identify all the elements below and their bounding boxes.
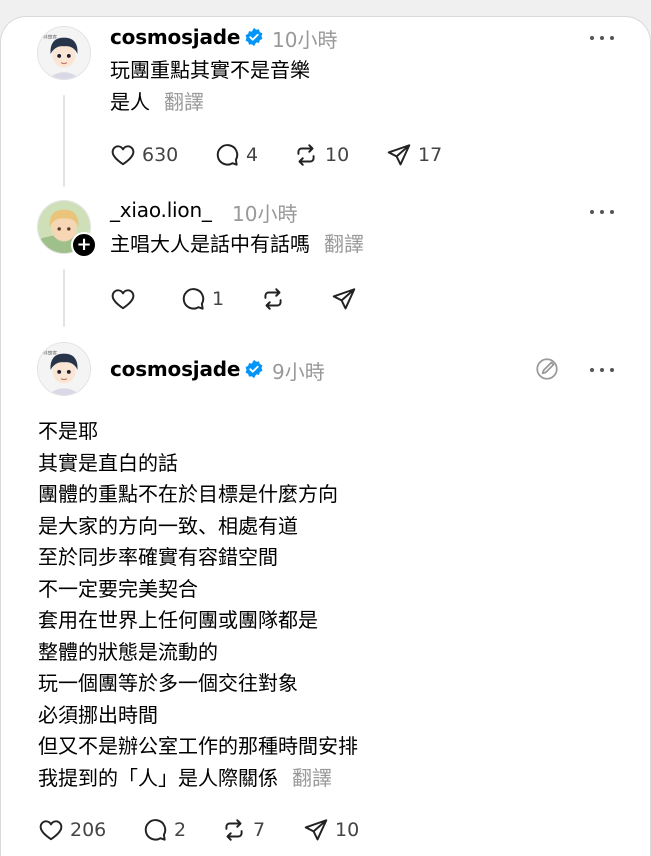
translate-link[interactable]: 翻譯 <box>324 232 364 256</box>
post-text-line: 主唱大人是話中有話嗎 翻譯 <box>110 229 364 261</box>
edit-icon[interactable] <box>534 356 560 382</box>
repost-button[interactable] <box>260 286 286 312</box>
svg-text:林楚客: 林楚客 <box>43 350 58 357</box>
translate-link[interactable]: 翻譯 <box>292 766 332 790</box>
follow-plus-icon[interactable]: + <box>71 232 97 258</box>
thread-connector-line <box>63 269 65 327</box>
post-text-line: 套用在世界上任何團或團隊都是 <box>38 608 318 632</box>
like-count: 206 <box>70 819 107 841</box>
send-icon <box>332 288 356 310</box>
post-text-line: 至於同步率確實有容錯空間 <box>38 545 278 569</box>
post-text-line: 必須挪出時間 <box>38 702 158 727</box>
share-button[interactable]: 17 <box>386 142 442 168</box>
heart-icon <box>111 145 135 166</box>
more-options-icon[interactable] <box>590 208 614 216</box>
share-button[interactable] <box>331 286 357 312</box>
post-text-line: 團體的重點不在於目標是什麼方向 <box>38 482 338 506</box>
share-count: 17 <box>418 144 443 166</box>
repost-count: 7 <box>253 819 266 841</box>
share-button[interactable]: 10 <box>303 817 359 843</box>
repost-icon <box>264 288 282 310</box>
reply-count: 2 <box>174 819 187 841</box>
comment-icon <box>182 288 205 310</box>
thread-card: 林楚客 cosmosjade 10小時 玩團重點其實不是音樂 是人 翻譯 630 … <box>0 16 651 856</box>
avatar[interactable]: 林楚客 <box>37 342 91 396</box>
send-icon <box>387 144 411 166</box>
reply-count: 1 <box>212 288 225 310</box>
post-text-line-content: 是人 <box>110 90 150 114</box>
avatar[interactable]: 林楚客 <box>37 26 91 80</box>
post-text-line: 是大家的方向一致、相處有道 <box>38 513 298 538</box>
post-text-line: 玩團重點其實不是音樂 <box>110 58 310 82</box>
reply-button[interactable]: 1 <box>180 286 224 312</box>
avatar-illustration: 林楚客 <box>38 343 90 395</box>
reply-count: 4 <box>246 144 259 166</box>
like-button[interactable]: 630 <box>110 142 178 168</box>
username[interactable]: cosmosjade <box>110 357 240 381</box>
post-text-line: 我提到的「人」是人際關係 翻譯 <box>38 763 332 795</box>
like-button[interactable] <box>110 286 136 312</box>
post-text-line: 不一定要完美契合 <box>38 576 198 601</box>
more-options-icon[interactable] <box>590 366 614 374</box>
username[interactable]: cosmosjade <box>110 25 240 49</box>
verified-badge-icon <box>245 27 263 47</box>
post-text-line: 玩一個團等於多一個交往對象 <box>38 671 298 695</box>
post-time[interactable]: 10小時 <box>272 24 337 53</box>
heart-icon <box>39 820 63 841</box>
username[interactable]: _xiao.lion_ <box>110 198 212 222</box>
send-icon <box>304 819 328 841</box>
comment-icon <box>144 819 167 841</box>
share-count: 10 <box>335 819 360 841</box>
repost-count: 10 <box>325 144 350 166</box>
translate-link[interactable]: 翻譯 <box>164 90 204 114</box>
like-count: 630 <box>142 144 179 166</box>
reply-button[interactable]: 2 <box>142 817 186 843</box>
post-time[interactable]: 9小時 <box>272 356 325 385</box>
post-text-line: 其實是直白的話 <box>38 450 178 475</box>
repost-button[interactable]: 7 <box>221 817 265 843</box>
post-text-line: 不是耶 <box>38 419 98 443</box>
thread-connector-line <box>63 95 65 187</box>
post-text-line-content: 我提到的「人」是人際關係 <box>38 765 278 790</box>
post-text-line: 是人 翻譯 <box>110 87 204 119</box>
repost-icon <box>297 144 315 166</box>
post-text-line-content: 主唱大人是話中有話嗎 <box>110 232 310 256</box>
verified-badge-icon <box>245 359 263 379</box>
post-text-line: 但又不是辦公室工作的那種時間安排 <box>38 734 358 758</box>
svg-text:林楚客: 林楚客 <box>43 34 58 41</box>
like-button[interactable]: 206 <box>38 817 106 843</box>
repost-button[interactable]: 10 <box>293 142 349 168</box>
comment-icon <box>216 144 239 166</box>
reply-button[interactable]: 4 <box>214 142 258 168</box>
heart-icon <box>111 289 135 310</box>
repost-icon <box>225 819 243 841</box>
more-options-icon[interactable] <box>590 34 614 42</box>
post-text-line: 整體的狀態是流動的 <box>38 639 218 664</box>
avatar-illustration: 林楚客 <box>38 27 90 79</box>
post-time[interactable]: 10小時 <box>232 198 297 227</box>
